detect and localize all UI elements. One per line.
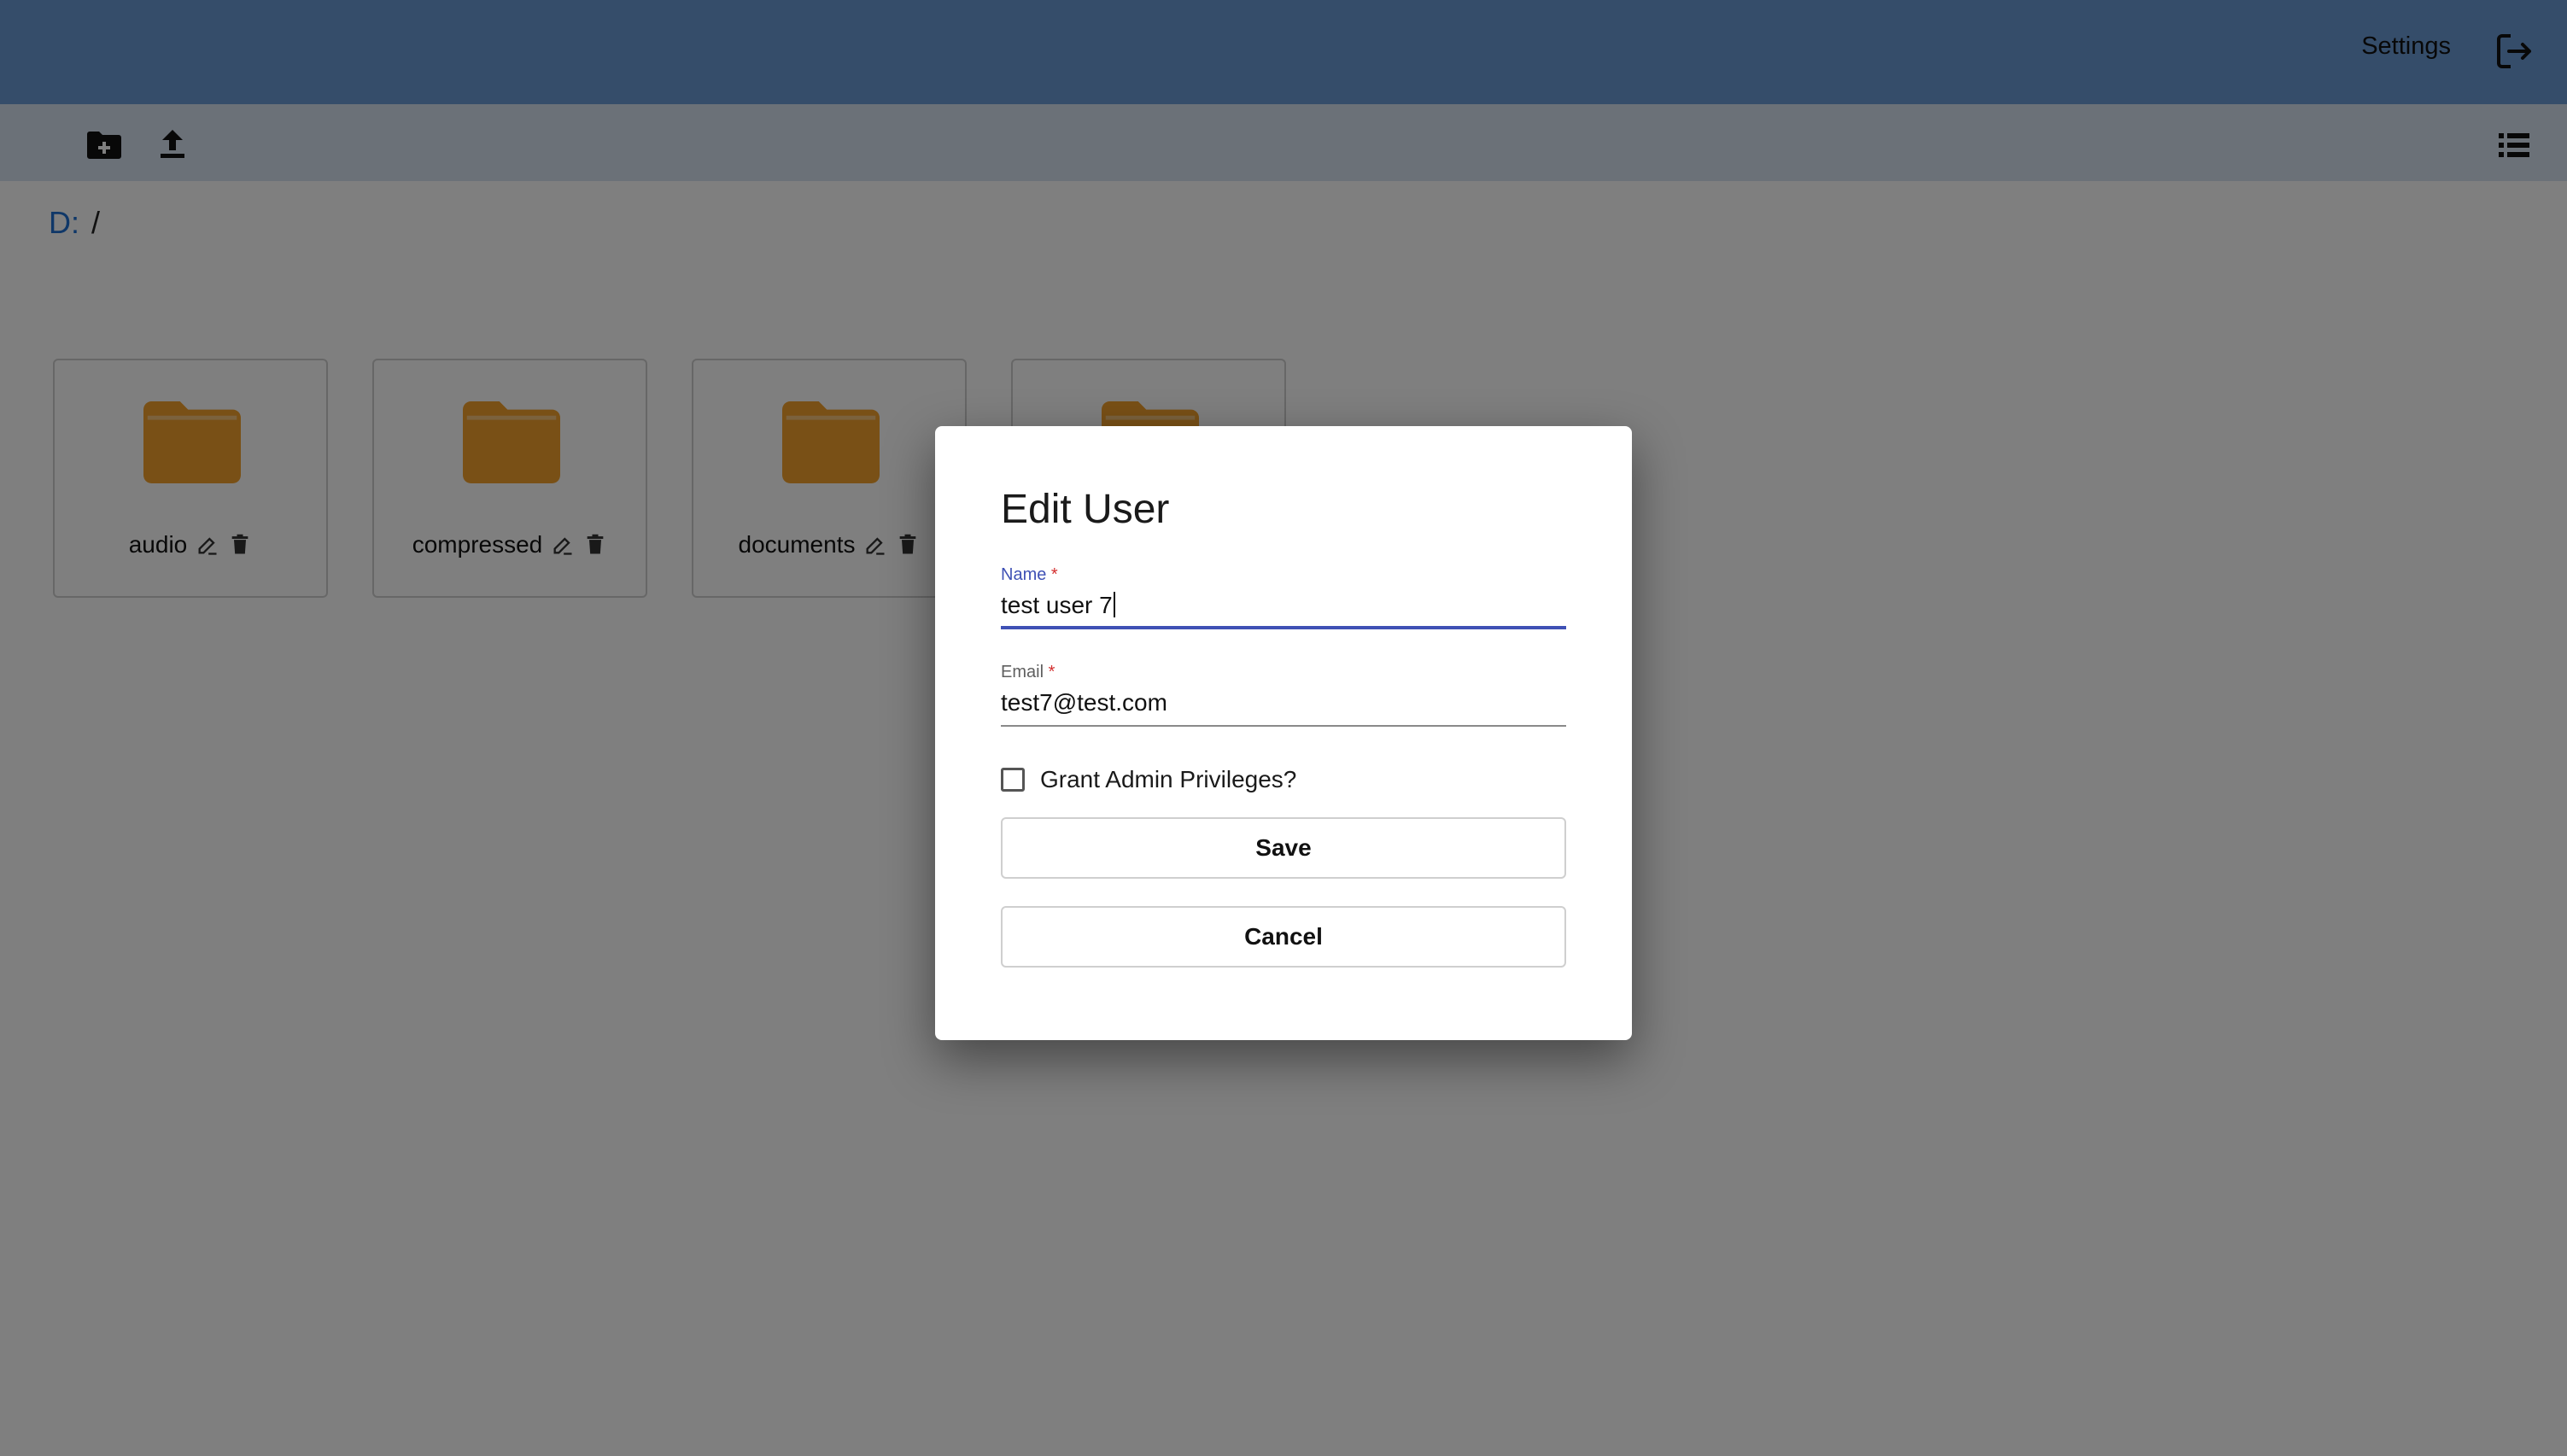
email-input[interactable]: test7@test.com (1001, 689, 1566, 727)
email-field[interactable]: Email * test7@test.com (1001, 663, 1566, 727)
required-marker: * (1048, 663, 1055, 681)
edit-user-dialog: Edit User Name * test user 7 Email * tes… (935, 426, 1632, 1040)
admin-privileges-label: Grant Admin Privileges? (1040, 766, 1297, 792)
name-label: Name * (1001, 565, 1058, 584)
admin-privileges-checkbox[interactable] (1001, 768, 1025, 792)
email-label: Email * (1001, 663, 1055, 681)
required-marker: * (1050, 565, 1058, 584)
save-button[interactable]: Save (1001, 817, 1566, 879)
name-field[interactable]: Name * test user 7 (1001, 565, 1566, 629)
dialog-title: Edit User (1001, 487, 1170, 532)
admin-privileges-row[interactable]: Grant Admin Privileges? (1001, 766, 1296, 793)
name-input[interactable]: test user 7 (1001, 592, 1566, 629)
text-caret (1113, 592, 1115, 617)
cancel-button[interactable]: Cancel (1001, 906, 1566, 968)
